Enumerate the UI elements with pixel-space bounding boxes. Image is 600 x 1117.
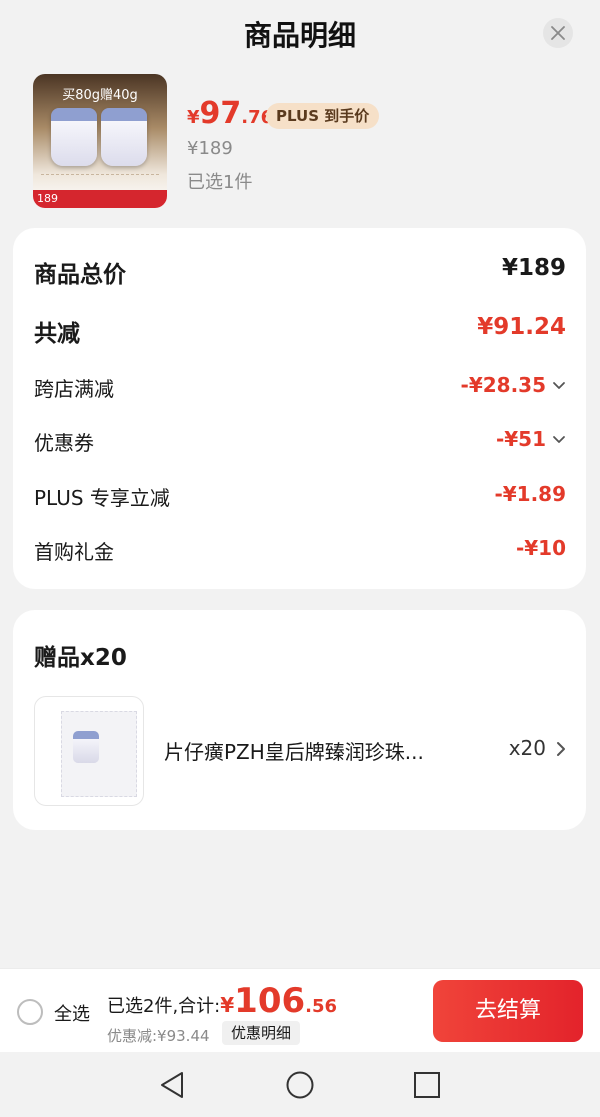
row-label: 跨店满减: [34, 377, 114, 401]
plus-discount-row: PLUS 专享立减 -¥1.89: [34, 482, 566, 516]
nav-home-icon[interactable]: [285, 1070, 315, 1100]
gift-image[interactable]: [34, 696, 144, 806]
chevron-right-icon[interactable]: [556, 741, 566, 757]
row-value: ¥91.24: [477, 314, 566, 340]
row-value: -¥10: [515, 536, 566, 560]
gifts-title: 赠品x20: [34, 645, 127, 671]
jar-graphic: [51, 108, 97, 166]
price-integer: 97: [199, 96, 242, 131]
jar-graphic: [73, 731, 99, 763]
gifts-card: 赠品x20 片仔癀PZH皇后牌臻润珍珠... x20: [13, 610, 586, 830]
row-label: PLUS 专享立减: [34, 486, 170, 510]
total-integer: 106: [234, 981, 306, 1021]
price-breakdown-card: 商品总价 ¥189 共减 ¥91.24 跨店满减 -¥28.35 优惠券 -¥5…: [13, 228, 586, 589]
row-label: 共减: [34, 321, 80, 347]
cross-store-discount-row[interactable]: 跨店满减 -¥28.35: [34, 373, 566, 407]
row-value: ¥189: [501, 255, 566, 281]
original-price: ¥189: [187, 138, 233, 159]
checkout-button[interactable]: 去结算: [433, 980, 583, 1042]
row-value: -¥28.35: [460, 373, 546, 397]
row-label: 优惠券: [34, 431, 94, 455]
product-image[interactable]: 买80g赠40g 189: [33, 74, 167, 208]
select-all-label[interactable]: 全选: [54, 1000, 90, 1026]
chevron-down-icon: [553, 436, 565, 443]
first-purchase-bonus-row: 首购礼金 -¥10: [34, 536, 566, 570]
close-icon: [551, 26, 565, 40]
total-price-row: 商品总价 ¥189: [34, 255, 566, 289]
chevron-down-icon: [553, 382, 565, 389]
total-summary: 已选2件,合计:¥106.56: [107, 981, 337, 1021]
total-label: 已选2件,合计:: [107, 996, 221, 1017]
product-detail-sheet: 商品明细 买80g赠40g 189 ¥97.76 PLUS 到手价 ¥189 已…: [0, 0, 600, 968]
row-label: 首购礼金: [34, 540, 114, 564]
total-symbol: ¥: [220, 993, 235, 1017]
row-value: -¥51: [495, 427, 546, 451]
select-all-radio[interactable]: [17, 999, 43, 1025]
image-decoration: [41, 174, 159, 188]
row-label: 商品总价: [34, 262, 126, 288]
gift-name[interactable]: 片仔癀PZH皇后牌臻润珍珠...: [164, 736, 464, 765]
discount-summary: 优惠减:¥93.44: [107, 1027, 210, 1045]
product-price: ¥97.76: [187, 96, 273, 132]
total-discount-row: 共减 ¥91.24: [34, 314, 566, 348]
product-summary: 买80g赠40g 189 ¥97.76 PLUS 到手价 ¥189 已选1件: [33, 74, 573, 208]
selected-count: 已选1件: [187, 172, 253, 193]
checkout-bar: 全选 已选2件,合计:¥106.56 优惠减:¥93.44 优惠明细 去结算: [0, 968, 600, 1052]
nav-recent-icon[interactable]: [413, 1071, 441, 1099]
price-symbol: ¥: [187, 107, 200, 128]
product-image-promo: 买80g赠40g: [62, 88, 138, 103]
system-navigation-bar: [0, 1052, 600, 1117]
discount-detail-button[interactable]: 优惠明细: [222, 1021, 301, 1045]
gift-quantity: x20: [508, 736, 546, 760]
row-value: -¥1.89: [494, 482, 566, 506]
close-button[interactable]: [543, 18, 573, 48]
product-image-price: 189: [33, 190, 167, 208]
plus-price-badge: PLUS 到手价: [266, 103, 380, 129]
nav-back-icon[interactable]: [158, 1070, 186, 1100]
sheet-header: 商品明细: [0, 0, 600, 66]
page-title: 商品明细: [243, 19, 356, 52]
total-decimal: .56: [305, 996, 338, 1017]
coupon-row[interactable]: 优惠券 -¥51: [34, 427, 566, 461]
jar-graphic: [101, 108, 147, 166]
